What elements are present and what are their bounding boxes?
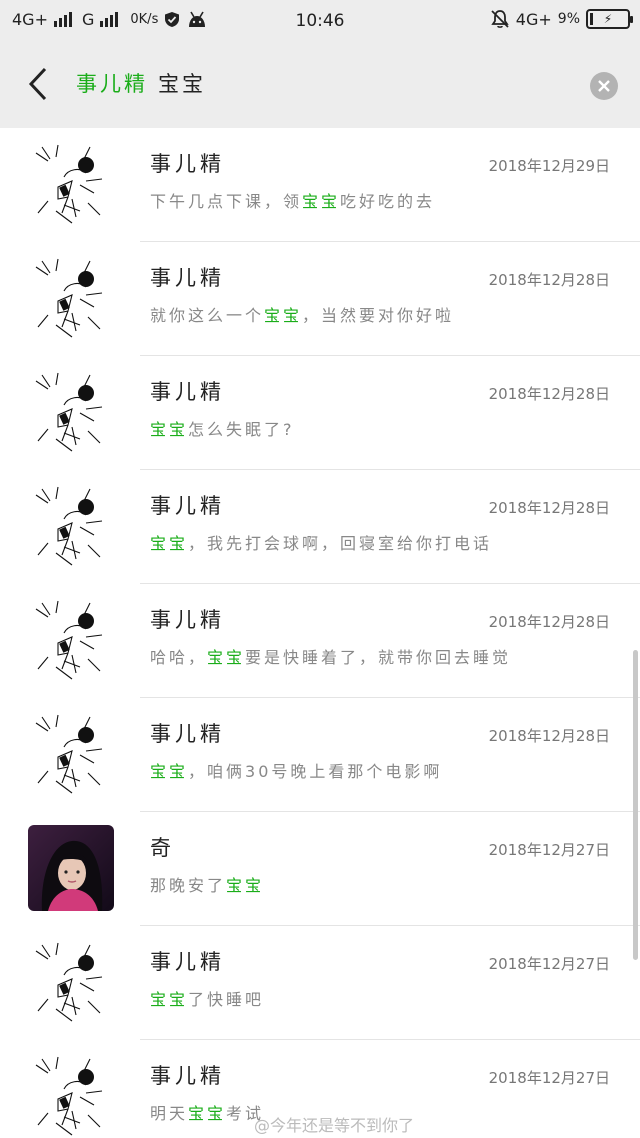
close-icon	[598, 80, 610, 92]
battery-percent: 9%	[557, 11, 580, 27]
status-bar: 4G+ G 0K/s 10:46 4G+ 9% ⚡	[0, 0, 640, 42]
keyword-highlight: 宝宝	[150, 762, 189, 781]
mute-icon	[491, 10, 509, 28]
snippet-text: ，我先打会球啊，回寝室给你打电话	[188, 534, 493, 553]
snippet-text: ，当然要对你好啦	[302, 306, 455, 325]
message-date: 2018年12月28日	[488, 271, 610, 289]
contact-name: 事儿精	[150, 494, 225, 518]
charging-icon: ⚡	[603, 12, 613, 26]
message-date: 2018年12月27日	[488, 841, 610, 859]
message-snippet: 宝宝怎么失眠了?	[150, 416, 295, 440]
sketch-avatar-image	[28, 141, 114, 227]
search-result-list: 事儿精 2018年12月29日 下午几点下课，领宝宝吃好吃的去 事儿精 2018年12月…	[0, 128, 640, 1138]
message-snippet: 哈哈，宝宝要是快睡着了，就带你回去睡觉	[150, 644, 511, 668]
contact-name: 事儿精	[150, 152, 225, 176]
keyword-highlight: 宝宝	[188, 1104, 227, 1123]
avatar	[28, 141, 114, 227]
search-header: 事儿精 宝宝	[0, 42, 640, 128]
avatar	[28, 825, 114, 911]
sketch-avatar-image	[28, 711, 114, 797]
sketch-avatar-image	[28, 939, 114, 1025]
message-snippet: 宝宝，我先打会球啊，回寝室给你打电话	[150, 530, 492, 554]
contact-name: 事儿精	[150, 950, 225, 974]
snippet-text: 了快睡吧	[188, 990, 265, 1009]
message-snippet: 下午几点下课，领宝宝吃好吃的去	[150, 188, 435, 212]
avatar	[28, 1053, 114, 1138]
message-date: 2018年12月27日	[488, 1069, 610, 1087]
search-result-item[interactable]: 事儿精 2018年12月29日下午几点下课，领宝宝吃好吃的去	[0, 128, 640, 242]
message-snippet: 那晚安了宝宝	[150, 872, 264, 896]
message-snippet: 就你这么一个宝宝，当然要对你好啦	[150, 302, 454, 326]
clear-button[interactable]	[590, 72, 618, 100]
search-keyword: 宝宝	[158, 72, 206, 96]
search-input[interactable]: 事儿精 宝宝	[76, 68, 206, 98]
contact-name: 事儿精	[150, 1064, 225, 1088]
search-result-item[interactable]: 事儿精 2018年12月28日哈哈，宝宝要是快睡着了，就带你回去睡觉	[0, 584, 640, 698]
snippet-text: ，咱俩30号晚上看那个电影啊	[188, 762, 443, 781]
sketch-avatar-image	[28, 255, 114, 341]
message-date: 2018年12月28日	[488, 613, 610, 631]
search-contact-tag: 事儿精	[76, 72, 148, 96]
message-snippet: 宝宝，咱俩30号晚上看那个电影啊	[150, 758, 442, 782]
keyword-highlight: 宝宝	[207, 648, 246, 667]
message-date: 2018年12月27日	[488, 955, 610, 973]
search-result-item[interactable]: 奇 2018年12月27日那晚安了宝宝	[0, 812, 640, 926]
snippet-text: 要是快睡着了，就带你回去睡觉	[245, 648, 512, 667]
search-result-item[interactable]: 事儿精 2018年12月28日宝宝，咱俩30号晚上看那个电影啊	[0, 698, 640, 812]
snippet-text: 吃好吃的去	[340, 192, 436, 211]
avatar	[28, 711, 114, 797]
contact-name: 奇	[150, 836, 175, 860]
contact-name: 事儿精	[150, 608, 225, 632]
network-4g-right-label: 4G+	[515, 9, 552, 29]
sketch-avatar-image	[28, 483, 114, 569]
sketch-avatar-image	[28, 369, 114, 455]
snippet-text: 那晚安了	[150, 876, 227, 895]
snippet-text: 下午几点下课，领	[150, 192, 303, 211]
status-right: 4G+ 9% ⚡	[490, 9, 633, 29]
avatar	[28, 483, 114, 569]
message-date: 2018年12月28日	[488, 499, 610, 517]
avatar	[28, 369, 114, 455]
snippet-text: 哈哈，	[150, 648, 208, 667]
keyword-highlight: 宝宝	[226, 876, 265, 895]
search-result-item[interactable]: 事儿精 2018年12月28日宝宝怎么失眠了?	[0, 356, 640, 470]
avatar	[28, 255, 114, 341]
keyword-highlight: 宝宝	[150, 420, 189, 439]
weibo-watermark: @今年还是等不到你了	[254, 1116, 415, 1135]
contact-name: 事儿精	[150, 266, 225, 290]
search-result-item[interactable]: 事儿精 2018年12月28日就你这么一个宝宝，当然要对你好啦	[0, 242, 640, 356]
sketch-avatar-image	[28, 597, 114, 683]
keyword-highlight: 宝宝	[150, 534, 189, 553]
keyword-highlight: 宝宝	[302, 192, 341, 211]
message-snippet: 宝宝了快睡吧	[150, 986, 264, 1010]
sketch-avatar-image	[28, 1053, 114, 1138]
keyword-highlight: 宝宝	[150, 990, 189, 1009]
search-result-item[interactable]: 事儿精 2018年12月28日宝宝，我先打会球啊，回寝室给你打电话	[0, 470, 640, 584]
message-date: 2018年12月28日	[488, 385, 610, 403]
keyword-highlight: 宝宝	[264, 306, 303, 325]
avatar	[28, 597, 114, 683]
avatar	[28, 939, 114, 1025]
contact-name: 事儿精	[150, 722, 225, 746]
chevron-left-icon	[28, 67, 47, 101]
snippet-text: 就你这么一个	[150, 306, 265, 325]
message-snippet: 明天宝宝考试	[150, 1100, 264, 1124]
search-result-item[interactable]: 事儿精 2018年12月27日宝宝了快睡吧	[0, 926, 640, 1040]
message-date: 2018年12月29日	[488, 157, 610, 175]
photo-avatar-image	[28, 825, 114, 911]
scrollbar[interactable]	[633, 650, 638, 960]
battery-fill	[590, 13, 593, 25]
battery-icon: ⚡	[586, 9, 633, 29]
snippet-text: 怎么失眠了?	[188, 420, 295, 439]
snippet-text: 明天	[150, 1104, 189, 1123]
back-button[interactable]	[18, 64, 58, 104]
contact-name: 事儿精	[150, 380, 225, 404]
message-date: 2018年12月28日	[488, 727, 610, 745]
